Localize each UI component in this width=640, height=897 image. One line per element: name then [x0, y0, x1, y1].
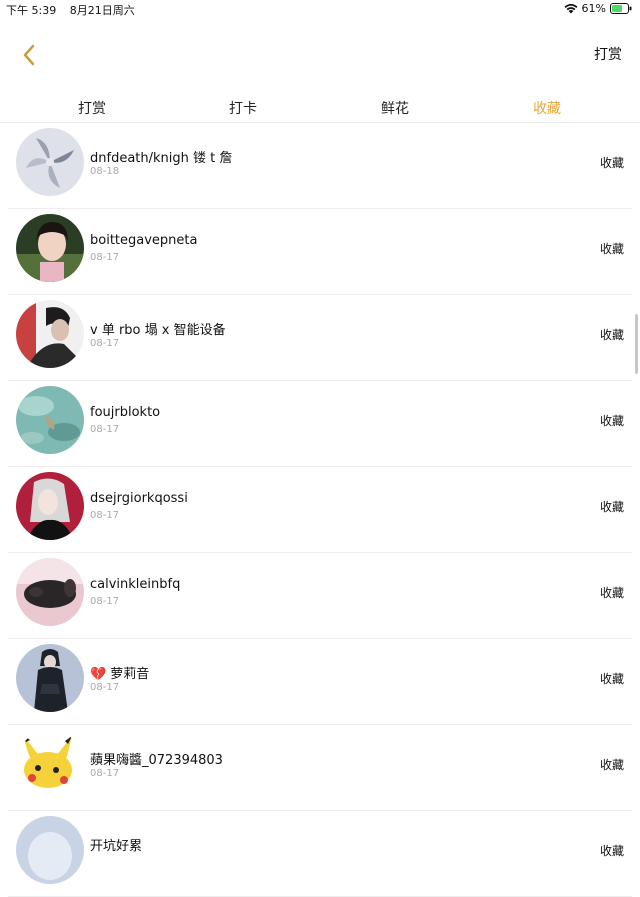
avatar[interactable]	[16, 128, 84, 196]
item-date: 08-17	[90, 510, 120, 521]
favorite-action[interactable]: 收藏	[600, 154, 624, 171]
back-button[interactable]	[14, 40, 44, 70]
avatar[interactable]	[16, 472, 84, 540]
item-name-text: 萝莉音	[110, 667, 150, 682]
favorite-action[interactable]: 收藏	[600, 584, 624, 601]
list-item[interactable]: 💔 萝莉音 08-17 收藏	[8, 639, 632, 725]
favorite-action[interactable]: 收藏	[600, 756, 624, 773]
list-item[interactable]: dsejrgiorkqossi 08-17 收藏	[8, 467, 632, 553]
item-date: 08-17	[90, 596, 120, 607]
item-name: calvinkleinbfq	[90, 577, 181, 592]
item-name: 💔 萝莉音	[90, 663, 149, 682]
tab-flowers[interactable]: 鲜花	[381, 98, 409, 118]
avatar[interactable]	[16, 300, 84, 368]
item-date: 08-17	[90, 252, 120, 263]
tab-checkin[interactable]: 打卡	[229, 98, 257, 118]
tab-favorites[interactable]: 收藏	[533, 98, 561, 118]
status-right: 61%	[564, 2, 632, 15]
list-item[interactable]: dnfdeath/knigh 镂 t 詹 08-18 收藏	[8, 123, 632, 209]
avatar[interactable]	[16, 644, 84, 712]
item-name: boittegavepneta	[90, 233, 198, 248]
favorite-action[interactable]: 收藏	[600, 498, 624, 515]
status-left: 下午 5:39 8月21日周六	[6, 2, 135, 18]
item-name: v 单 rbo 塌 x 智能设备	[90, 323, 226, 338]
list-item[interactable]: 蘋果嗨醬_072394803 08-17 收藏	[8, 725, 632, 811]
tab-bar: 打赏 打卡 鲜花 收藏	[0, 90, 640, 123]
nav-bar: 打赏	[0, 30, 640, 80]
item-date: 08-17	[90, 682, 120, 693]
list-item[interactable]: calvinkleinbfq 08-17 收藏	[8, 553, 632, 639]
item-name: dnfdeath/knigh 镂 t 詹	[90, 151, 233, 166]
tab-reward[interactable]: 打赏	[78, 98, 106, 118]
item-date: 08-17	[90, 768, 120, 779]
item-date: 08-18	[90, 166, 120, 177]
scroll-indicator[interactable]	[635, 314, 638, 374]
list-item[interactable]: v 单 rbo 塌 x 智能设备 08-17 收藏	[8, 295, 632, 381]
item-date: 08-17	[90, 338, 120, 349]
favorite-action[interactable]: 收藏	[600, 842, 624, 859]
favorite-action[interactable]: 收藏	[600, 670, 624, 687]
list-item[interactable]: boittegavepneta 08-17 收藏	[8, 209, 632, 295]
wifi-icon	[564, 4, 578, 14]
item-name: dsejrgiorkqossi	[90, 491, 188, 506]
favorite-action[interactable]: 收藏	[600, 326, 624, 343]
item-name: foujrblokto	[90, 405, 161, 420]
avatar[interactable]	[16, 214, 84, 282]
avatar[interactable]	[16, 386, 84, 454]
item-name: 开坑好累	[90, 839, 143, 854]
list-item[interactable]: foujrblokto 08-17 收藏	[8, 381, 632, 467]
item-date: 08-17	[90, 424, 120, 435]
avatar[interactable]	[16, 558, 84, 626]
chevron-left-icon	[23, 44, 35, 66]
list-item[interactable]: 开坑好累 收藏	[8, 811, 632, 897]
status-date: 8月21日周六	[69, 4, 135, 17]
battery-percent: 61%	[581, 2, 606, 15]
item-name: 蘋果嗨醬_072394803	[90, 753, 223, 768]
status-bar: 下午 5:39 8月21日周六 61%	[0, 0, 640, 18]
broken-heart-icon: 💔	[90, 667, 107, 682]
avatar[interactable]	[16, 730, 84, 798]
avatar[interactable]	[16, 816, 84, 884]
favorite-action[interactable]: 收藏	[600, 240, 624, 257]
reward-button[interactable]: 打赏	[594, 44, 622, 64]
battery-icon	[610, 3, 632, 14]
favorites-list: dnfdeath/knigh 镂 t 詹 08-18 收藏 boittegave…	[0, 123, 640, 897]
favorite-action[interactable]: 收藏	[600, 412, 624, 429]
status-time: 下午 5:39	[6, 4, 57, 17]
